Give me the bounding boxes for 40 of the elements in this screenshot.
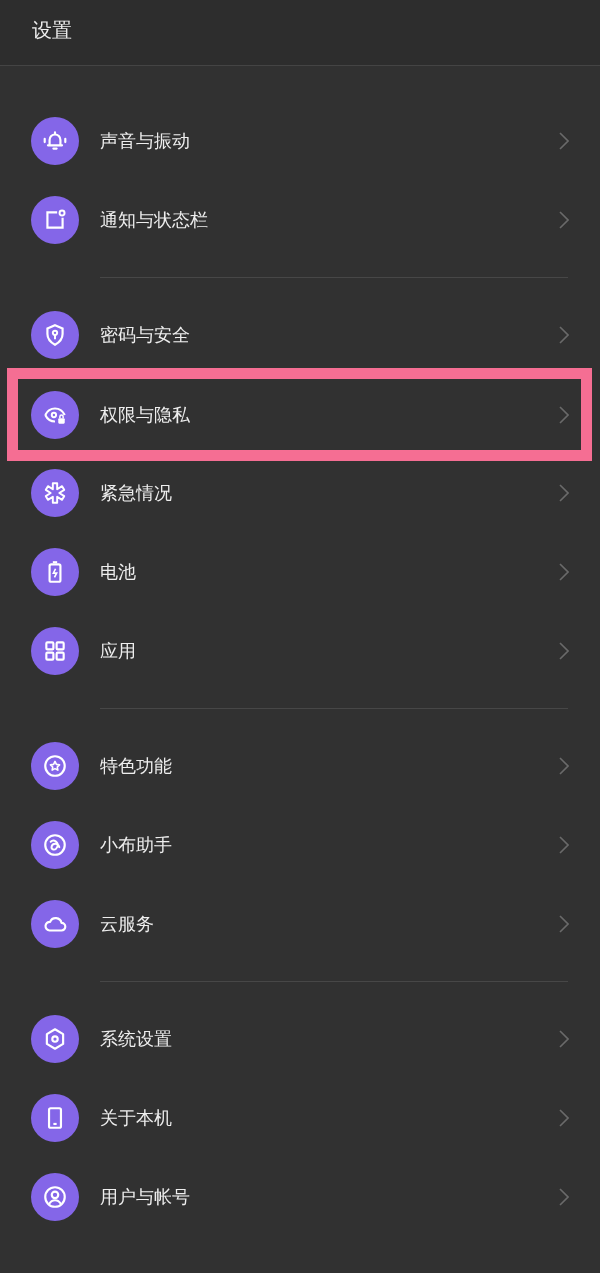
chevron-icon xyxy=(559,756,569,775)
user-circle-icon xyxy=(31,1172,79,1221)
settings-item[interactable]: 应用 xyxy=(0,611,600,690)
chevron-icon xyxy=(559,405,569,424)
chevron-icon xyxy=(559,1108,569,1127)
bell-icon xyxy=(31,116,79,165)
star-circle-icon xyxy=(31,741,79,790)
chevron-icon xyxy=(559,835,569,854)
page-title: 设置 xyxy=(32,17,72,44)
eye-lock-icon xyxy=(31,390,79,439)
chevron-icon xyxy=(559,131,569,150)
cloud-icon xyxy=(31,899,79,948)
chevron-icon xyxy=(559,641,569,660)
chevron-icon xyxy=(559,562,569,581)
chevron-icon xyxy=(559,210,569,229)
chevron-icon xyxy=(559,1029,569,1048)
shield-key-icon xyxy=(31,310,79,359)
chevron-icon xyxy=(559,483,569,502)
settings-item[interactable]: 电池 xyxy=(0,532,600,611)
apps-grid-icon xyxy=(31,626,79,675)
settings-item[interactable]: 特色功能 xyxy=(0,726,600,805)
settings-item[interactable]: 云服务 xyxy=(0,884,600,963)
chevron-icon xyxy=(559,325,569,344)
settings-item[interactable]: 声音与振动 xyxy=(0,101,600,180)
chevron-icon xyxy=(559,1187,569,1206)
settings-item[interactable]: 通知与状态栏 xyxy=(0,180,600,259)
battery-icon xyxy=(31,547,79,596)
settings-item[interactable]: 系统设置 xyxy=(0,999,600,1078)
settings-item[interactable]: 密码与安全 xyxy=(0,295,600,374)
settings-item[interactable]: 小布助手 xyxy=(0,805,600,884)
settings-item[interactable]: 紧急情况 xyxy=(0,453,600,532)
settings-item[interactable]: 关于本机 xyxy=(0,1078,600,1157)
hexagon-gear-icon xyxy=(31,1014,79,1063)
chevron-icon xyxy=(559,914,569,933)
settings-item[interactable]: 权限与隐私 xyxy=(18,379,581,450)
assistant-icon xyxy=(31,820,79,869)
settings-item[interactable]: 用户与帐号 xyxy=(0,1157,600,1236)
notification-icon xyxy=(31,195,79,244)
asterisk-icon xyxy=(31,468,79,517)
phone-icon xyxy=(31,1093,79,1142)
